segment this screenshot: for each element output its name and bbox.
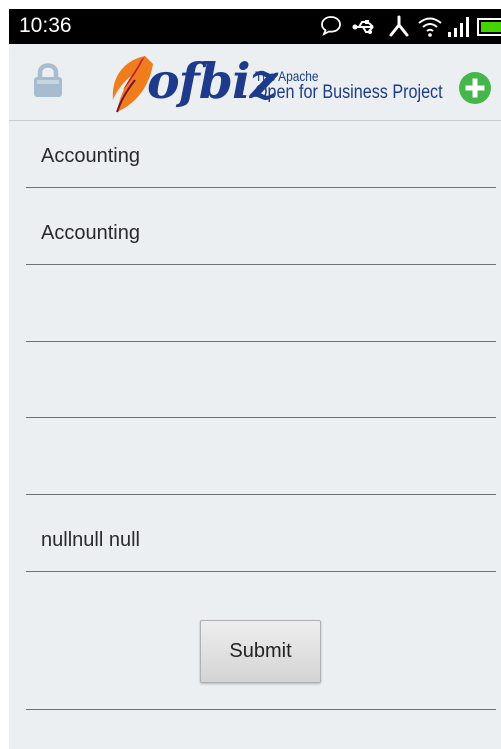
text-field-1[interactable]: Accounting [26,111,496,188]
lock-icon[interactable] [31,63,65,99]
status-icons [311,14,501,40]
bottom-divider [26,709,496,710]
text-field-1-value: Accounting [41,145,140,167]
app-screen: 10:36 ofbiz The Apache Open for Business… [9,9,501,749]
status-time: 10:36 [19,14,72,37]
wifi-icon [418,17,442,37]
action-bar: ofbiz The Apache Open for Business Proje… [9,44,501,121]
ofbiz-logo: ofbiz The Apache Open for Business Proje… [105,52,445,114]
text-field-2-value: Accounting [41,222,140,244]
text-field-3[interactable] [26,265,496,342]
text-field-6-value: nullnull null [41,529,140,551]
battery-icon [477,18,501,36]
debug-icon [389,15,409,37]
submit-button[interactable]: Submit [200,620,321,683]
usb-icon [352,20,374,34]
logo-tagline-bottom: Open for Business Project [255,82,443,103]
text-field-4[interactable] [26,341,496,418]
chat-bubble-icon [321,16,341,36]
text-field-6[interactable]: nullnull null [26,495,496,572]
text-field-5[interactable] [26,418,496,495]
status-bar: 10:36 [9,9,501,44]
submit-button-label: Submit [229,640,292,662]
text-field-2[interactable]: Accounting [26,188,496,265]
plus-circle-icon[interactable] [458,71,492,105]
signal-icon [448,17,469,37]
